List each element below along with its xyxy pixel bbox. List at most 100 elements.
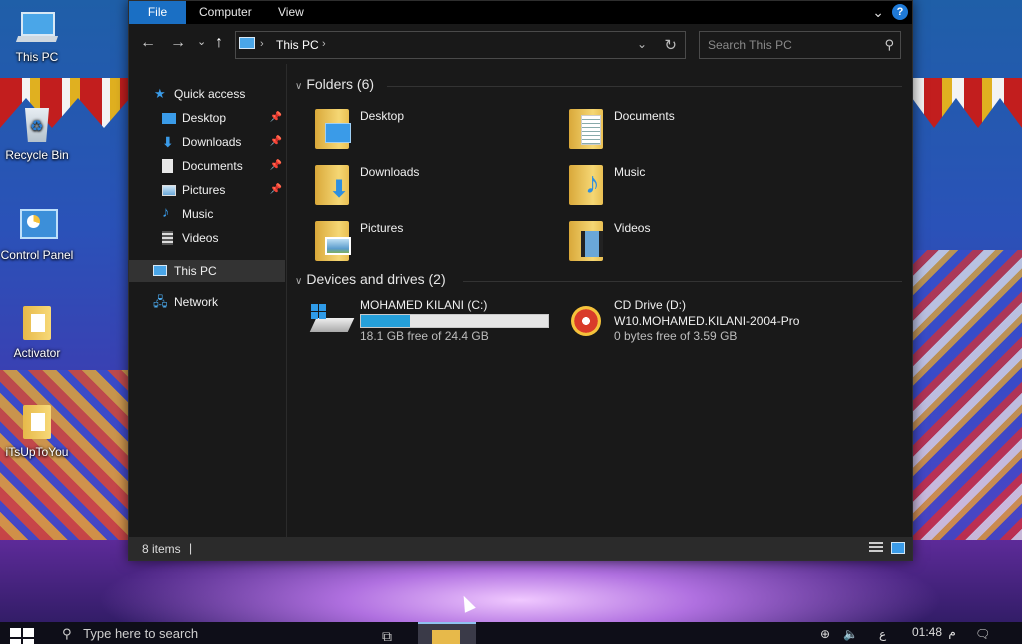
- desktop-icon-activator[interactable]: Activator: [0, 302, 77, 360]
- desktop-icon-label: iTsUpToYou: [5, 445, 69, 459]
- pin-icon[interactable]: 📌: [270, 131, 282, 153]
- nav-label: Videos: [182, 231, 219, 245]
- clock[interactable]: 01:48 م: [912, 625, 956, 639]
- folder-tile-desktop[interactable]: Desktop: [313, 105, 543, 155]
- search-icon: ⚲: [62, 626, 72, 641]
- nav-item-music[interactable]: ♪ Music: [162, 203, 282, 225]
- folder-tile-videos[interactable]: Videos: [567, 217, 797, 267]
- desktop-icon-recycle-bin[interactable]: Recycle Bin: [0, 104, 77, 162]
- chevron-down-icon: ∨: [295, 81, 303, 92]
- nav-label: Desktop: [182, 111, 227, 125]
- desktop-folder-icon: [313, 105, 355, 151]
- desktop-icon-label: Control Panel: [0, 248, 74, 262]
- status-separator: |: [189, 541, 193, 555]
- nav-item-network[interactable]: 🖧 Network: [153, 291, 273, 313]
- address-bar[interactable]: › This PC › ⌄ ↻: [235, 31, 686, 59]
- drive-name: MOHAMED KILANI (C:): [360, 298, 488, 312]
- clock-ampm: م: [948, 625, 956, 639]
- windows-logo-icon: [10, 628, 21, 637]
- nav-label: This PC: [174, 264, 217, 278]
- pin-icon[interactable]: 📌: [270, 179, 282, 201]
- input-language[interactable]: ع: [879, 627, 886, 641]
- ribbon: File Computer View ⌄ ?: [129, 1, 912, 24]
- tab-computer[interactable]: Computer: [199, 1, 252, 24]
- document-icon: [162, 159, 173, 173]
- folder-name: Documents: [614, 109, 675, 123]
- mouse-cursor-icon: [458, 593, 476, 613]
- taskbar-file-explorer-button[interactable]: [418, 622, 476, 644]
- task-view-icon[interactable]: ⧉: [382, 628, 392, 644]
- content-pane: ∨ Folders (6) Desktop Documents ⬇ Downlo…: [287, 64, 912, 538]
- nav-item-this-pc[interactable]: This PC: [129, 260, 285, 282]
- nav-item-downloads[interactable]: ⬇ Downloads 📌: [162, 131, 282, 153]
- this-pc-icon: [17, 6, 57, 46]
- breadcrumb-this-pc[interactable]: This PC: [276, 38, 319, 52]
- search-input[interactable]: [700, 32, 870, 58]
- explorer-body: ★ Quick access Desktop 📌 ⬇ Downloads 📌 D…: [129, 64, 912, 538]
- drive-name: CD Drive (D:): [614, 298, 686, 312]
- drive-tile-d[interactable]: CD Drive (D:) W10.MOHAMED.KILANI-2004-Pr…: [567, 294, 827, 346]
- volume-icon[interactable]: 🔈: [843, 627, 858, 641]
- desktop-icon-label: Recycle Bin: [5, 148, 69, 162]
- nav-item-videos[interactable]: Videos: [162, 227, 282, 249]
- folder-name: Music: [614, 165, 646, 179]
- notifications-icon[interactable]: 🗨: [975, 627, 990, 641]
- folder-name: Videos: [614, 221, 651, 235]
- drive-usage-bar: [360, 314, 549, 328]
- start-button[interactable]: [10, 628, 34, 644]
- taskbar-search[interactable]: ⚲ Type here to search: [62, 626, 198, 642]
- group-header-folders[interactable]: ∨ Folders (6): [295, 76, 374, 92]
- large-icons-view-icon[interactable]: [891, 542, 905, 554]
- back-button[interactable]: ←: [140, 34, 156, 52]
- clock-time: 01:48: [912, 625, 943, 639]
- nav-label: Pictures: [182, 183, 226, 197]
- globe-icon[interactable]: ⊕: [820, 627, 830, 641]
- nav-quick-access[interactable]: ★ Quick access: [154, 83, 274, 105]
- refresh-icon[interactable]: ↻: [664, 36, 677, 54]
- folder-tile-music[interactable]: ♪ Music: [567, 161, 797, 211]
- folder-name: Desktop: [360, 109, 405, 123]
- nav-item-pictures[interactable]: Pictures 📌: [162, 179, 282, 201]
- up-button[interactable]: ↑: [215, 34, 223, 52]
- wallpaper-decoration: [912, 78, 1022, 128]
- recent-locations-button[interactable]: ⌄: [197, 35, 206, 48]
- drive-usage-fill: [361, 315, 410, 327]
- search-box[interactable]: ⚲: [699, 31, 901, 59]
- folder-tile-pictures[interactable]: Pictures: [313, 217, 543, 267]
- recycle-bin-icon: [17, 104, 57, 144]
- group-title: Folders (6): [306, 76, 375, 92]
- expand-ribbon-icon[interactable]: ⌄: [872, 4, 884, 21]
- desktop-icon-control-panel[interactable]: Control Panel: [0, 204, 77, 262]
- drive-tile-c[interactable]: MOHAMED KILANI (C:) 18.1 GB free of 24.4…: [309, 294, 559, 346]
- group-header-drives[interactable]: ∨ Devices and drives (2): [295, 271, 446, 287]
- pictures-folder-icon: [313, 217, 355, 263]
- download-arrow-icon: ⬇: [162, 134, 174, 150]
- forward-button[interactable]: →: [170, 34, 186, 52]
- chevron-right-icon[interactable]: ›: [322, 38, 326, 50]
- help-icon[interactable]: ?: [892, 4, 908, 20]
- downloads-folder-icon: ⬇: [313, 161, 355, 207]
- taskbar-search-placeholder: Type here to search: [83, 626, 199, 641]
- folder-tile-documents[interactable]: Documents: [567, 105, 797, 155]
- videos-folder-icon: [567, 217, 609, 263]
- nav-label: Documents: [182, 159, 243, 173]
- pin-icon[interactable]: 📌: [270, 155, 282, 177]
- group-divider: [463, 281, 902, 282]
- nav-item-documents[interactable]: Documents 📌: [162, 155, 282, 177]
- tab-file[interactable]: File: [129, 1, 186, 24]
- chevron-down-icon[interactable]: ⌄: [637, 37, 647, 51]
- picture-icon: [162, 185, 176, 196]
- nav-item-desktop[interactable]: Desktop 📌: [162, 107, 282, 129]
- tab-view[interactable]: View: [278, 1, 304, 24]
- film-strip-icon: [162, 231, 173, 245]
- desktop-icon-this-pc[interactable]: This PC: [0, 6, 77, 64]
- folder-tile-downloads[interactable]: ⬇ Downloads: [313, 161, 543, 211]
- pin-icon[interactable]: 📌: [270, 107, 282, 129]
- details-view-icon[interactable]: [869, 542, 883, 554]
- search-icon[interactable]: ⚲: [884, 37, 894, 53]
- desktop-icon-itsuptoyou[interactable]: iTsUpToYou: [0, 401, 77, 459]
- star-icon: ★: [154, 86, 166, 101]
- drive-free-space: 0 bytes free of 3.59 GB: [614, 329, 738, 343]
- nav-label: Network: [174, 295, 219, 309]
- group-divider: [387, 86, 902, 87]
